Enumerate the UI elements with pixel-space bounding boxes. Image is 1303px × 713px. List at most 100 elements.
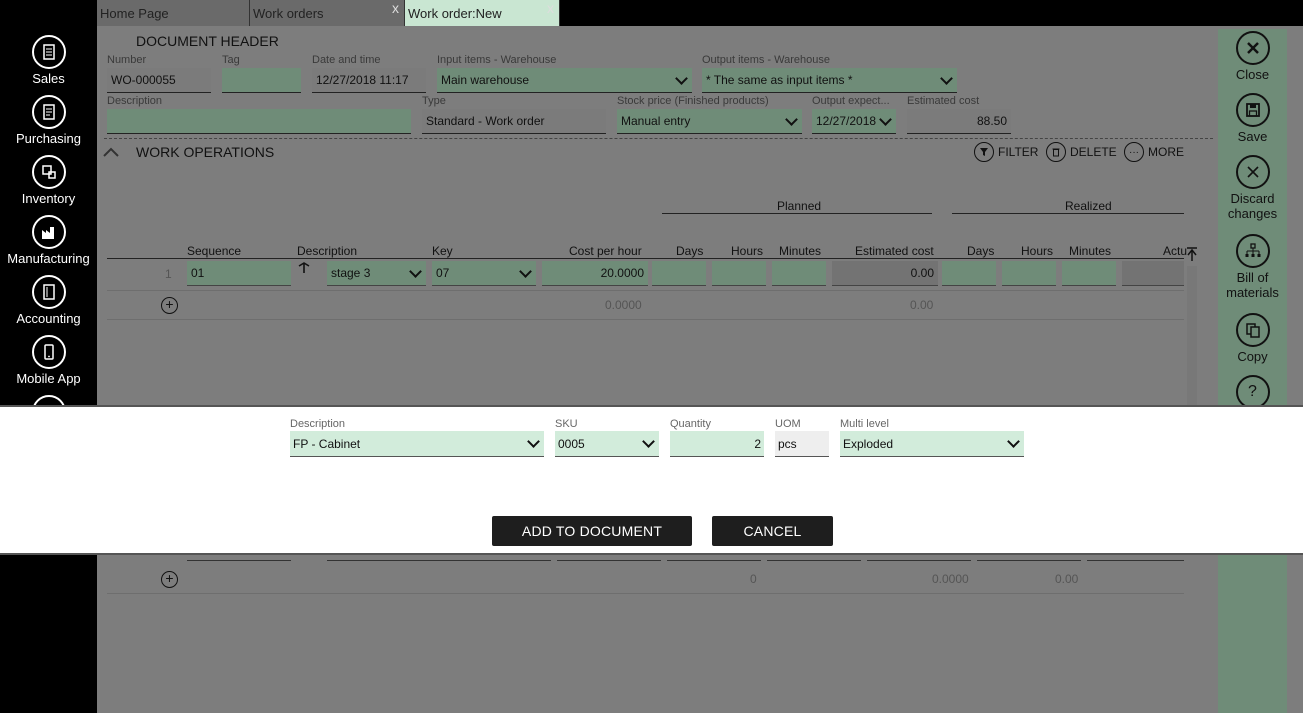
realized-group-label: Realized (1065, 199, 1112, 213)
save-icon (1235, 93, 1270, 127)
modal-sku-label: SKU (555, 418, 578, 430)
filter-button[interactable]: FILTER (974, 142, 1038, 162)
col-cost-per-hour[interactable]: Cost per hour (569, 244, 642, 258)
scrollbar-track[interactable] (1187, 266, 1197, 406)
bill-of-materials-button[interactable]: Bill of materials (1218, 234, 1287, 300)
copy-button[interactable]: Copy (1218, 313, 1287, 364)
nav-manufacturing[interactable]: Manufacturing (0, 215, 97, 266)
add-row-icon[interactable]: + (161, 297, 178, 314)
nav-label: Manufacturing (7, 251, 90, 266)
estimated-cost-field: 88.50 (907, 109, 1011, 134)
close-icon (1235, 31, 1270, 65)
divider (104, 138, 1213, 139)
col-realized-days[interactable]: Days (967, 244, 994, 258)
nav-sales[interactable]: Sales (0, 35, 97, 86)
modal-quantity-label: Quantity (670, 418, 711, 430)
row-index: 1 (165, 267, 172, 281)
col-estimated-cost[interactable]: Estimated cost (855, 244, 934, 258)
add-bom-dialog: Description FP - Cabinet SKU 0005 Quanti… (0, 405, 1303, 555)
row-description-select[interactable]: stage 3 (327, 261, 426, 286)
sales-icon (31, 35, 66, 69)
modal-multi-level-select[interactable]: Exploded (840, 431, 1024, 457)
output-expected-value: 12/27/2018 (816, 114, 877, 128)
input-warehouse-select[interactable]: Main warehouse (437, 68, 692, 93)
realized-underline (952, 213, 1184, 214)
lower-field-line (557, 560, 661, 561)
tab-work-orders[interactable]: Work orders x (250, 0, 405, 26)
row-realized-days-field[interactable] (942, 261, 996, 286)
delete-button[interactable]: DELETE (1046, 142, 1117, 162)
row-realized-minutes-field[interactable] (1062, 261, 1116, 286)
discard-changes-button[interactable]: Discard changes (1218, 155, 1287, 221)
tab-work-order-new[interactable]: Work order:New x (405, 0, 560, 26)
tab-bar: Home Page Work orders x Work order:New x (97, 0, 1303, 26)
col-minutes[interactable]: Minutes (779, 244, 821, 258)
datetime-field[interactable]: 12/27/2018 11:17 (312, 68, 426, 93)
nav-mobile-app[interactable]: Mobile App (0, 335, 97, 386)
save-button[interactable]: Save (1218, 93, 1287, 144)
col-realized-minutes[interactable]: Minutes (1069, 244, 1111, 258)
row-description-value: stage 3 (331, 266, 371, 280)
tag-field[interactable] (222, 68, 301, 93)
close-tab-icon[interactable]: x (547, 0, 554, 16)
row-days-field[interactable] (652, 261, 706, 286)
number-field[interactable]: WO-000055 (107, 68, 211, 93)
close-button[interactable]: Close (1218, 31, 1287, 82)
row-divider (107, 290, 1184, 291)
planned-group-label: Planned (777, 199, 822, 213)
row-hours-field[interactable] (712, 261, 766, 286)
cancel-button[interactable]: CANCEL (712, 516, 833, 546)
estimated-cost-label: Estimated cost (907, 95, 980, 107)
nav-label: Inventory (21, 191, 76, 206)
number-label: Number (107, 54, 147, 66)
toolbar-scrollbar[interactable] (1291, 29, 1301, 713)
output-warehouse-select[interactable]: * The same as input items * (702, 68, 957, 93)
row-realized-hours-field[interactable] (1002, 261, 1056, 286)
modal-multi-level-label: Multi level (840, 418, 889, 430)
row-sequence-field[interactable]: 01 (187, 261, 291, 286)
nav-purchasing[interactable]: Purchasing (0, 95, 97, 146)
description-field[interactable] (107, 109, 411, 134)
col-key[interactable]: Key (432, 244, 453, 258)
row-estimated-cost: 0.00 (832, 261, 938, 286)
more-button[interactable]: ··· MORE (1124, 142, 1184, 162)
col-description[interactable]: Description (297, 244, 357, 258)
modal-sku-select[interactable]: 0005 (555, 431, 659, 457)
nav-accounting[interactable]: Accounting (0, 275, 97, 326)
trash-icon (1046, 142, 1066, 162)
collapse-chevron-icon[interactable] (103, 147, 119, 157)
row-cost-per-hour-field[interactable]: 20.0000 (542, 261, 648, 286)
output-warehouse-label: Output items - Warehouse (702, 54, 830, 66)
lower-field-line (667, 560, 761, 561)
modal-quantity-field[interactable]: 2 (670, 431, 764, 457)
col-sequence[interactable]: Sequence (187, 244, 241, 258)
row-minutes-field[interactable] (772, 261, 826, 286)
stock-price-select[interactable]: Manual entry (617, 109, 802, 134)
add-row-icon[interactable]: + (161, 571, 178, 588)
col-realized-hours[interactable]: Hours (1021, 244, 1053, 258)
col-actual[interactable]: Actu (1163, 244, 1187, 258)
document-header-title: DOCUMENT HEADER (136, 33, 279, 49)
input-warehouse-value: Main warehouse (441, 73, 530, 87)
lower-field-line (767, 560, 861, 561)
close-tab-icon[interactable]: x (392, 0, 399, 16)
chevron-down-icon (785, 113, 798, 126)
modal-description-select[interactable]: FP - Cabinet (290, 431, 544, 457)
bill-of-materials-label: Bill of materials (1226, 270, 1279, 300)
stock-price-value: Manual entry (621, 114, 691, 128)
output-expected-field[interactable]: 12/27/2018 (812, 109, 896, 134)
nav-inventory[interactable]: Inventory (0, 155, 97, 206)
lower-field-line (1087, 560, 1184, 561)
nav-label: Mobile App (16, 371, 81, 386)
lower-total-price: 0.0000 (932, 572, 969, 586)
type-field[interactable]: Standard - Work order (422, 109, 606, 134)
description-label: Description (107, 95, 163, 107)
row-key-select[interactable]: 07 (432, 261, 536, 286)
row-actual-field (1122, 261, 1184, 286)
scroll-top-icon[interactable] (1186, 246, 1198, 262)
col-hours[interactable]: Hours (731, 244, 763, 258)
delete-label: DELETE (1070, 145, 1117, 159)
tab-home-page[interactable]: Home Page (97, 0, 250, 26)
add-to-document-button[interactable]: ADD TO DOCUMENT (492, 516, 692, 546)
col-days[interactable]: Days (676, 244, 703, 258)
